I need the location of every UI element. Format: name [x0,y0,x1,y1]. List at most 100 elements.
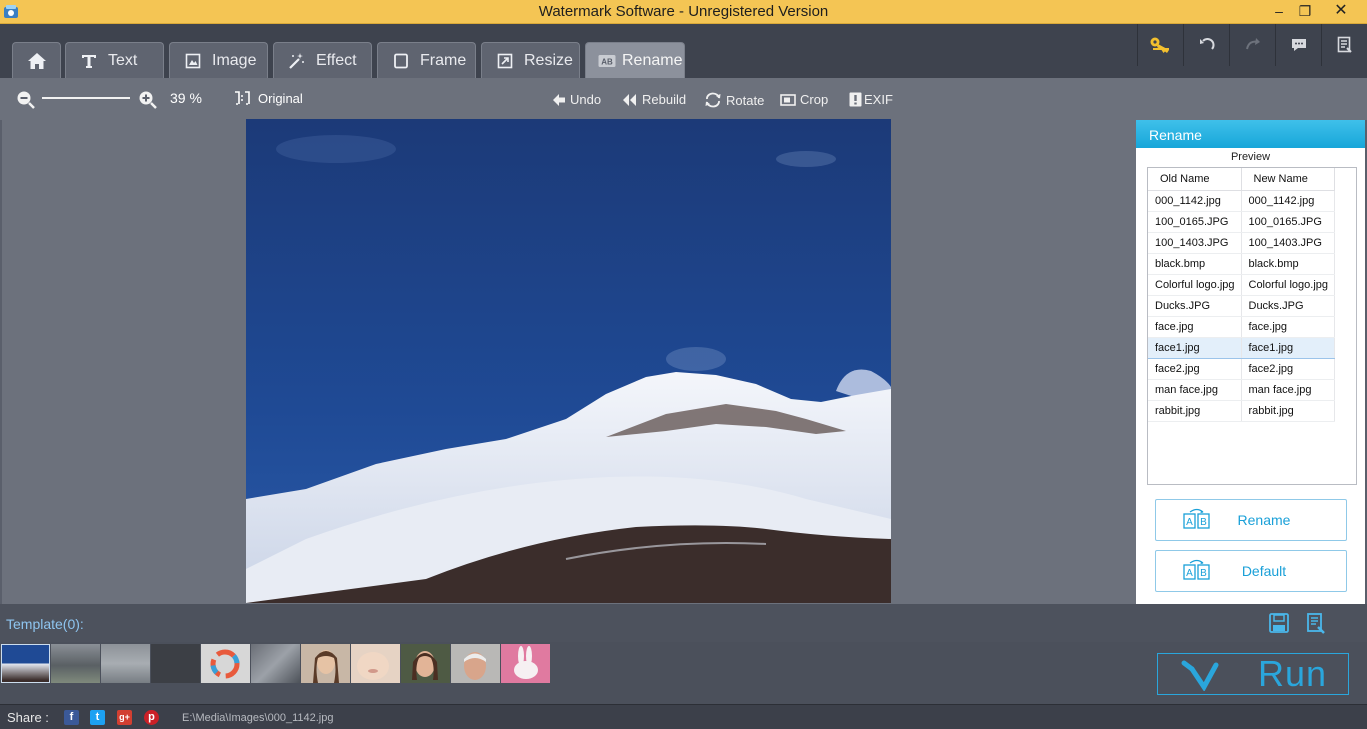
tab-text[interactable]: Text [65,42,164,78]
undo-button[interactable]: Undo [552,92,601,107]
thumbnail[interactable] [51,644,100,683]
rename-preview-table[interactable]: Old Name New Name 000_1142.jpg 000_1142.j… [1147,167,1357,485]
zoom-slider[interactable] [42,97,130,99]
list-icon[interactable] [1321,24,1367,66]
new-name-cell: Ducks.JPG [1241,295,1335,317]
table-row[interactable]: 100_1403.JPG 100_1403.JPG [1148,232,1335,254]
rotate-button[interactable]: Rotate [704,92,764,108]
tab-home[interactable] [12,42,61,78]
old-name-cell: 100_0165.JPG [1148,211,1242,233]
table-row[interactable]: Ducks.JPG Ducks.JPG [1148,295,1335,317]
new-name-cell: 100_1403.JPG [1241,232,1335,254]
table-row[interactable]: man face.jpg man face.jpg [1148,379,1335,401]
table-row[interactable]: face1.jpg face1.jpg [1148,336,1335,359]
new-name-cell: rabbit.jpg [1241,400,1335,422]
old-name-cell: Ducks.JPG [1148,295,1242,317]
template-bar: Template(0): [0,604,1367,642]
image-toolbar: 39 % Original Undo Rebuild Rotate Crop E… [0,78,1367,120]
facebook-icon[interactable]: f [64,710,79,725]
thumbnail[interactable] [251,644,300,683]
default-ab-icon: A B [1183,559,1210,580]
comment-icon[interactable] [1275,24,1321,66]
tab-frame[interactable]: Frame [377,42,476,78]
zoom-out-icon[interactable] [16,90,36,110]
default-button[interactable]: A B Default [1155,550,1347,592]
key-icon[interactable] [1137,24,1183,66]
table-row[interactable]: black.bmp black.bmp [1148,253,1335,275]
close-button[interactable]: ✕ [1318,0,1364,22]
tab-label: Image [212,51,257,69]
tab-label: Frame [420,51,467,69]
manage-templates-icon[interactable] [1305,612,1327,634]
default-button-label: Default [1241,563,1287,579]
tab-rename[interactable]: AB Rename [585,42,685,78]
crop-button[interactable]: Crop [780,92,828,107]
thumbnail[interactable] [201,644,250,683]
thumbnail[interactable] [451,644,500,683]
new-name-cell: Colorful logo.jpg [1241,274,1335,296]
rename-ab-icon: A B [1183,508,1210,529]
undo-label: Undo [570,92,602,107]
svg-text:A: A [1186,568,1193,579]
maximize-button[interactable]: ❐ [1292,0,1318,22]
table-row[interactable]: 100_0165.JPG 100_0165.JPG [1148,211,1335,233]
thumbnail[interactable] [351,644,400,683]
twitter-icon[interactable]: t [90,710,105,725]
thumbnail[interactable] [1,644,50,683]
rebuild-icon [623,93,636,106]
actual-size-icon [235,91,250,105]
svg-text:B: B [1200,568,1207,579]
rotate-icon [705,92,721,108]
svg-text:B: B [1200,517,1207,528]
undo-icon[interactable] [1183,24,1229,66]
old-name-cell: face2.jpg [1148,358,1242,380]
old-name-cell: rabbit.jpg [1148,400,1242,422]
minimize-button[interactable]: – [1266,0,1292,22]
thumbnail[interactable] [301,644,350,683]
thumbnail[interactable] [101,644,150,683]
new-name-cell: black.bmp [1241,253,1335,275]
tab-resize[interactable]: Resize [481,42,580,78]
preview-image[interactable] [246,119,891,603]
new-name-cell: face1.jpg [1241,336,1335,359]
run-button[interactable]: Run [1157,653,1349,695]
redo-icon[interactable] [1229,24,1275,66]
original-label: Original [258,90,303,106]
save-template-icon[interactable] [1268,612,1290,634]
zoom-in-icon[interactable] [138,90,158,110]
rename-icon: AB [596,50,618,72]
old-name-cell: face.jpg [1148,316,1242,338]
thumbnail[interactable] [401,644,450,683]
tab-image[interactable]: Image [169,42,268,78]
preview-label: Preview [1230,151,1271,163]
frame-icon [390,50,412,72]
table-row[interactable]: face2.jpg face2.jpg [1148,358,1335,380]
pinterest-icon[interactable]: p [144,710,159,725]
tab-label: Text [108,51,138,69]
rename-button-label: Rename [1237,512,1291,528]
mountain-photo [246,119,891,603]
tab-effect[interactable]: Effect [273,42,372,78]
old-name-cell: face1.jpg [1148,336,1242,359]
magic-wand-icon [286,50,308,72]
column-header-new-name[interactable]: New Name [1241,168,1335,191]
title-bar: Watermark Software - Unregistered Versio… [0,0,1367,24]
exif-button[interactable]: EXIF [849,92,893,107]
thumbnail[interactable] [501,644,550,683]
thumbnail[interactable] [151,644,200,683]
new-name-cell: 000_1142.jpg [1241,190,1335,212]
table-row[interactable]: rabbit.jpg rabbit.jpg [1148,400,1335,422]
file-path: E:\Media\Images\000_1142.jpg [182,712,334,724]
exif-label: EXIF [864,92,893,107]
table-row[interactable]: 000_1142.jpg 000_1142.jpg [1148,190,1335,212]
google-plus-icon[interactable]: g+ [117,710,132,725]
panel-title: Rename [1136,120,1365,148]
original-size-button[interactable]: Original [234,90,303,106]
run-icon [1181,660,1219,691]
table-row[interactable]: Colorful logo.jpg Colorful logo.jpg [1148,274,1335,296]
rebuild-button[interactable]: Rebuild [622,92,686,107]
column-header-old-name[interactable]: Old Name [1148,168,1242,191]
rename-button[interactable]: A B Rename [1155,499,1347,541]
table-row[interactable]: face.jpg face.jpg [1148,316,1335,338]
old-name-cell: black.bmp [1148,253,1242,275]
